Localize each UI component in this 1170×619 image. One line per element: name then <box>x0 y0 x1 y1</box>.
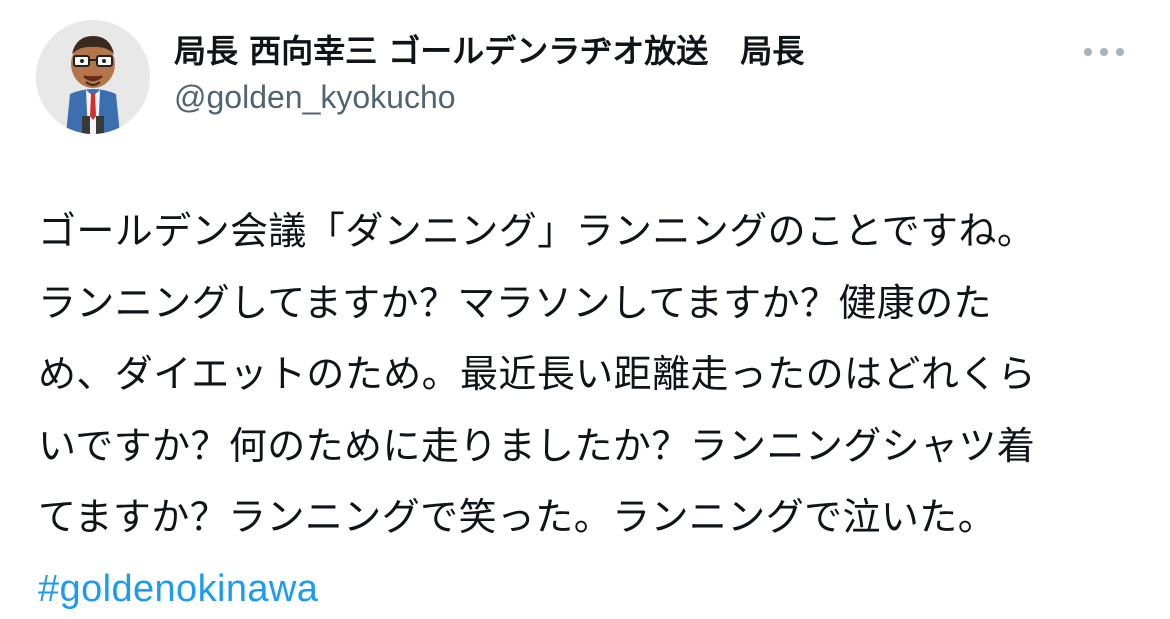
hashtag-link[interactable]: #goldenokinawa <box>38 554 1138 619</box>
more-horizontal-icon <box>1116 48 1124 56</box>
cartoon-man-glasses-avatar-icon <box>36 20 150 134</box>
avatar[interactable] <box>36 20 150 134</box>
tweet-header: 局長 西向幸三 ゴールデンラヂオ放送 局長 @golden_kyokucho <box>174 28 1054 120</box>
tweet-text-line: てますか？ランニングで笑った。ランニングで泣いた。 <box>38 495 997 539</box>
tweet-text: ゴールデン会議「ダンニング」ランニングのことですね。 ランニングしてますか？マラ… <box>38 196 1138 619</box>
tweet-text-line: ゴールデン会議「ダンニング」ランニングのことですね。 <box>38 209 1036 253</box>
more-horizontal-icon <box>1084 48 1092 56</box>
more-horizontal-icon <box>1100 48 1108 56</box>
tweet-text-line: いですか？何のために走りましたか？ランニングシャツ着 <box>38 423 1036 468</box>
tweet-text-line: め、ダイエットのため。最近長い距離走ったのはどれくら <box>38 352 1037 396</box>
more-options-button[interactable] <box>1080 36 1128 68</box>
tweet-text-line: ランニングしてますか？マラソンしてますか？健康のた <box>38 280 992 325</box>
tweet-card: 局長 西向幸三 ゴールデンラヂオ放送 局長 @golden_kyokucho ゴ… <box>0 0 1170 619</box>
author-display-name[interactable]: 局長 西向幸三 ゴールデンラヂオ放送 局長 <box>174 28 1054 74</box>
author-handle[interactable]: @golden_kyokucho <box>174 74 1054 120</box>
